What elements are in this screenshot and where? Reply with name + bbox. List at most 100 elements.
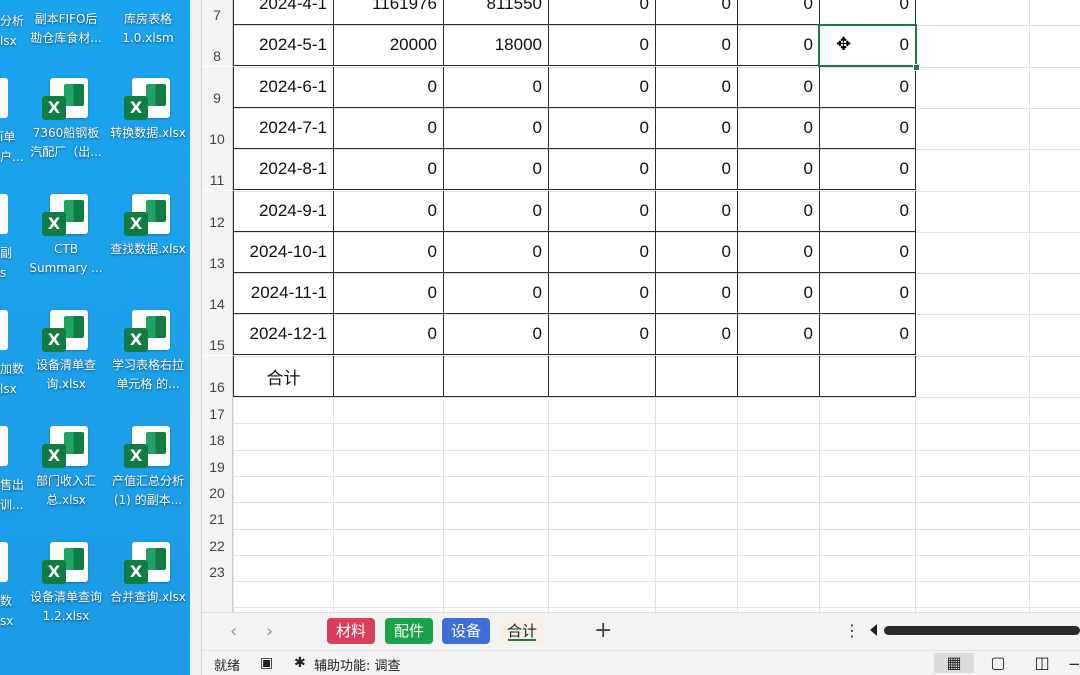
row-header[interactable]: 12: [202, 191, 233, 232]
sheet-tab[interactable]: 材料: [327, 618, 375, 644]
desktop-file-icon[interactable]: X 查找数据.xlsx: [108, 194, 188, 259]
table-cell[interactable]: 0: [655, 67, 738, 108]
row-header[interactable]: 16: [202, 356, 233, 397]
row-header[interactable]: 15: [202, 314, 233, 355]
table-cell[interactable]: 2024-8-1: [233, 149, 334, 190]
next-sheet-arrow-icon[interactable]: ›: [266, 621, 273, 642]
table-cell[interactable]: 20000: [333, 25, 444, 66]
table-cell[interactable]: 0: [819, 108, 916, 149]
desktop-file-label-partial[interactable]: s: [0, 264, 6, 283]
row-header[interactable]: 14: [202, 273, 233, 314]
desktop-file-icon[interactable]: 库房表格 1.0.xlsm: [108, 0, 188, 48]
row-header[interactable]: 18: [202, 423, 233, 450]
desktop-file-icon-partial[interactable]: [0, 426, 8, 466]
row-header[interactable]: 19: [202, 450, 233, 477]
accessibility-icon[interactable]: ✱: [294, 655, 306, 671]
desktop-file-label-partial[interactable]: 训...: [0, 496, 23, 515]
table-cell[interactable]: 2024-12-1: [233, 314, 334, 355]
table-cell[interactable]: 0: [655, 232, 738, 273]
table-cell[interactable]: 0: [819, 0, 916, 25]
table-cell[interactable]: 2024-10-1: [233, 232, 334, 273]
desktop-file-label-partial[interactable]: 分析: [0, 12, 24, 31]
row-header[interactable]: 11: [202, 149, 233, 190]
row-header[interactable]: 21: [202, 502, 233, 529]
table-cell[interactable]: 18000: [443, 25, 549, 66]
table-cell[interactable]: 811550: [443, 0, 549, 25]
desktop-file-label-partial[interactable]: ī单: [0, 128, 15, 147]
prev-sheet-arrow-icon[interactable]: ‹: [230, 621, 237, 642]
table-cell[interactable]: 0: [333, 191, 444, 232]
desktop-file-icon[interactable]: X CTB Summary ...: [26, 194, 106, 278]
table-cell[interactable]: 0: [443, 149, 549, 190]
table-cell[interactable]: 0: [443, 232, 549, 273]
desktop-file-icon[interactable]: X 学习表格右拉 单元格 的...: [108, 310, 188, 394]
desktop-file-icon-partial[interactable]: [0, 310, 8, 350]
table-cell[interactable]: 0: [548, 108, 656, 149]
table-cell[interactable]: 0: [443, 108, 549, 149]
desktop-file-label-partial[interactable]: 户...: [0, 148, 23, 167]
sheet-tab[interactable]: 设备: [442, 618, 490, 644]
desktop-file-icon[interactable]: X 7360船钢板 汽配厂（出...: [26, 78, 106, 162]
table-cell[interactable]: 0: [655, 314, 738, 355]
row-header[interactable]: 10: [202, 108, 233, 149]
row-header[interactable]: 17: [202, 397, 233, 424]
table-cell[interactable]: 1161976: [333, 0, 444, 25]
table-cell[interactable]: 0: [655, 149, 738, 190]
add-sheet-button[interactable]: +: [594, 618, 612, 643]
page-break-view-icon[interactable]: ◫: [1022, 653, 1062, 673]
table-cell[interactable]: 0: [443, 314, 549, 355]
horizontal-scrollbar[interactable]: [884, 626, 1080, 635]
row-header[interactable]: 8: [202, 25, 233, 66]
table-cell[interactable]: [443, 356, 549, 397]
table-cell[interactable]: 0: [737, 25, 820, 66]
table-cell[interactable]: 0: [333, 149, 444, 190]
row-header[interactable]: 13: [202, 232, 233, 273]
scroll-left-arrow-icon[interactable]: [870, 624, 877, 636]
table-cell[interactable]: 0: [443, 67, 549, 108]
desktop-file-label-partial[interactable]: lsx: [0, 32, 17, 51]
table-cell[interactable]: 0: [819, 191, 916, 232]
table-cell[interactable]: 0: [333, 273, 444, 314]
page-layout-view-icon[interactable]: ▢: [978, 653, 1018, 673]
table-cell[interactable]: 2024-5-1: [233, 25, 334, 66]
desktop-file-icon-partial[interactable]: [0, 194, 8, 234]
table-cell[interactable]: 0: [655, 108, 738, 149]
desktop-file-icon-partial[interactable]: [0, 542, 8, 582]
desktop-file-icon[interactable]: 副本FIFO后 勘仓库食材...: [26, 0, 106, 48]
table-cell[interactable]: 0: [819, 232, 916, 273]
desktop-file-label-partial[interactable]: 副: [0, 244, 12, 263]
table-cell[interactable]: 0: [655, 191, 738, 232]
table-cell[interactable]: 0: [655, 0, 738, 25]
sheet-tab[interactable]: 配件: [385, 618, 433, 644]
table-cell[interactable]: 0: [819, 273, 916, 314]
table-cell[interactable]: [819, 356, 916, 397]
row-header[interactable]: 22: [202, 529, 233, 556]
desktop-file-label-partial[interactable]: 数: [0, 592, 12, 611]
desktop-file-icon[interactable]: X 转换数据.xlsx: [108, 78, 188, 143]
table-cell[interactable]: 0: [655, 273, 738, 314]
table-cell[interactable]: 0: [548, 314, 656, 355]
table-cell[interactable]: 0: [737, 0, 820, 25]
spreadsheet-grid[interactable]: 7 2024-4-1 1161976 811550 0 0 0 0 8 2024-5-1 20000…: [202, 0, 1080, 612]
desktop-file-icon[interactable]: X 合并查询.xlsx: [108, 542, 188, 607]
table-cell[interactable]: [548, 356, 656, 397]
desktop-file-icon[interactable]: X 部门收入汇 总.xlsx: [26, 426, 106, 510]
table-cell[interactable]: 0: [737, 273, 820, 314]
desktop-file-label-partial[interactable]: 加数: [0, 360, 24, 379]
table-cell[interactable]: 2024-11-1: [233, 273, 334, 314]
table-cell[interactable]: 0: [443, 273, 549, 314]
zoom-out-button[interactable]: −: [1068, 655, 1080, 673]
table-cell[interactable]: 0: [819, 67, 916, 108]
table-cell[interactable]: 0: [548, 0, 656, 25]
table-cell[interactable]: 2024-6-1: [233, 67, 334, 108]
row-header[interactable]: 7: [202, 0, 233, 25]
selected-cell[interactable]: [818, 24, 917, 67]
table-cell[interactable]: 0: [737, 149, 820, 190]
desktop-file-label-partial[interactable]: lsx: [0, 380, 17, 399]
desktop-file-icon[interactable]: X 设备清单查询 1.2.xlsx: [26, 542, 106, 626]
table-cell[interactable]: 0: [333, 67, 444, 108]
table-cell[interactable]: 0: [737, 67, 820, 108]
table-cell[interactable]: 0: [819, 149, 916, 190]
more-options-icon[interactable]: ⋮: [844, 621, 860, 640]
table-cell[interactable]: 2024-4-1: [233, 0, 334, 25]
